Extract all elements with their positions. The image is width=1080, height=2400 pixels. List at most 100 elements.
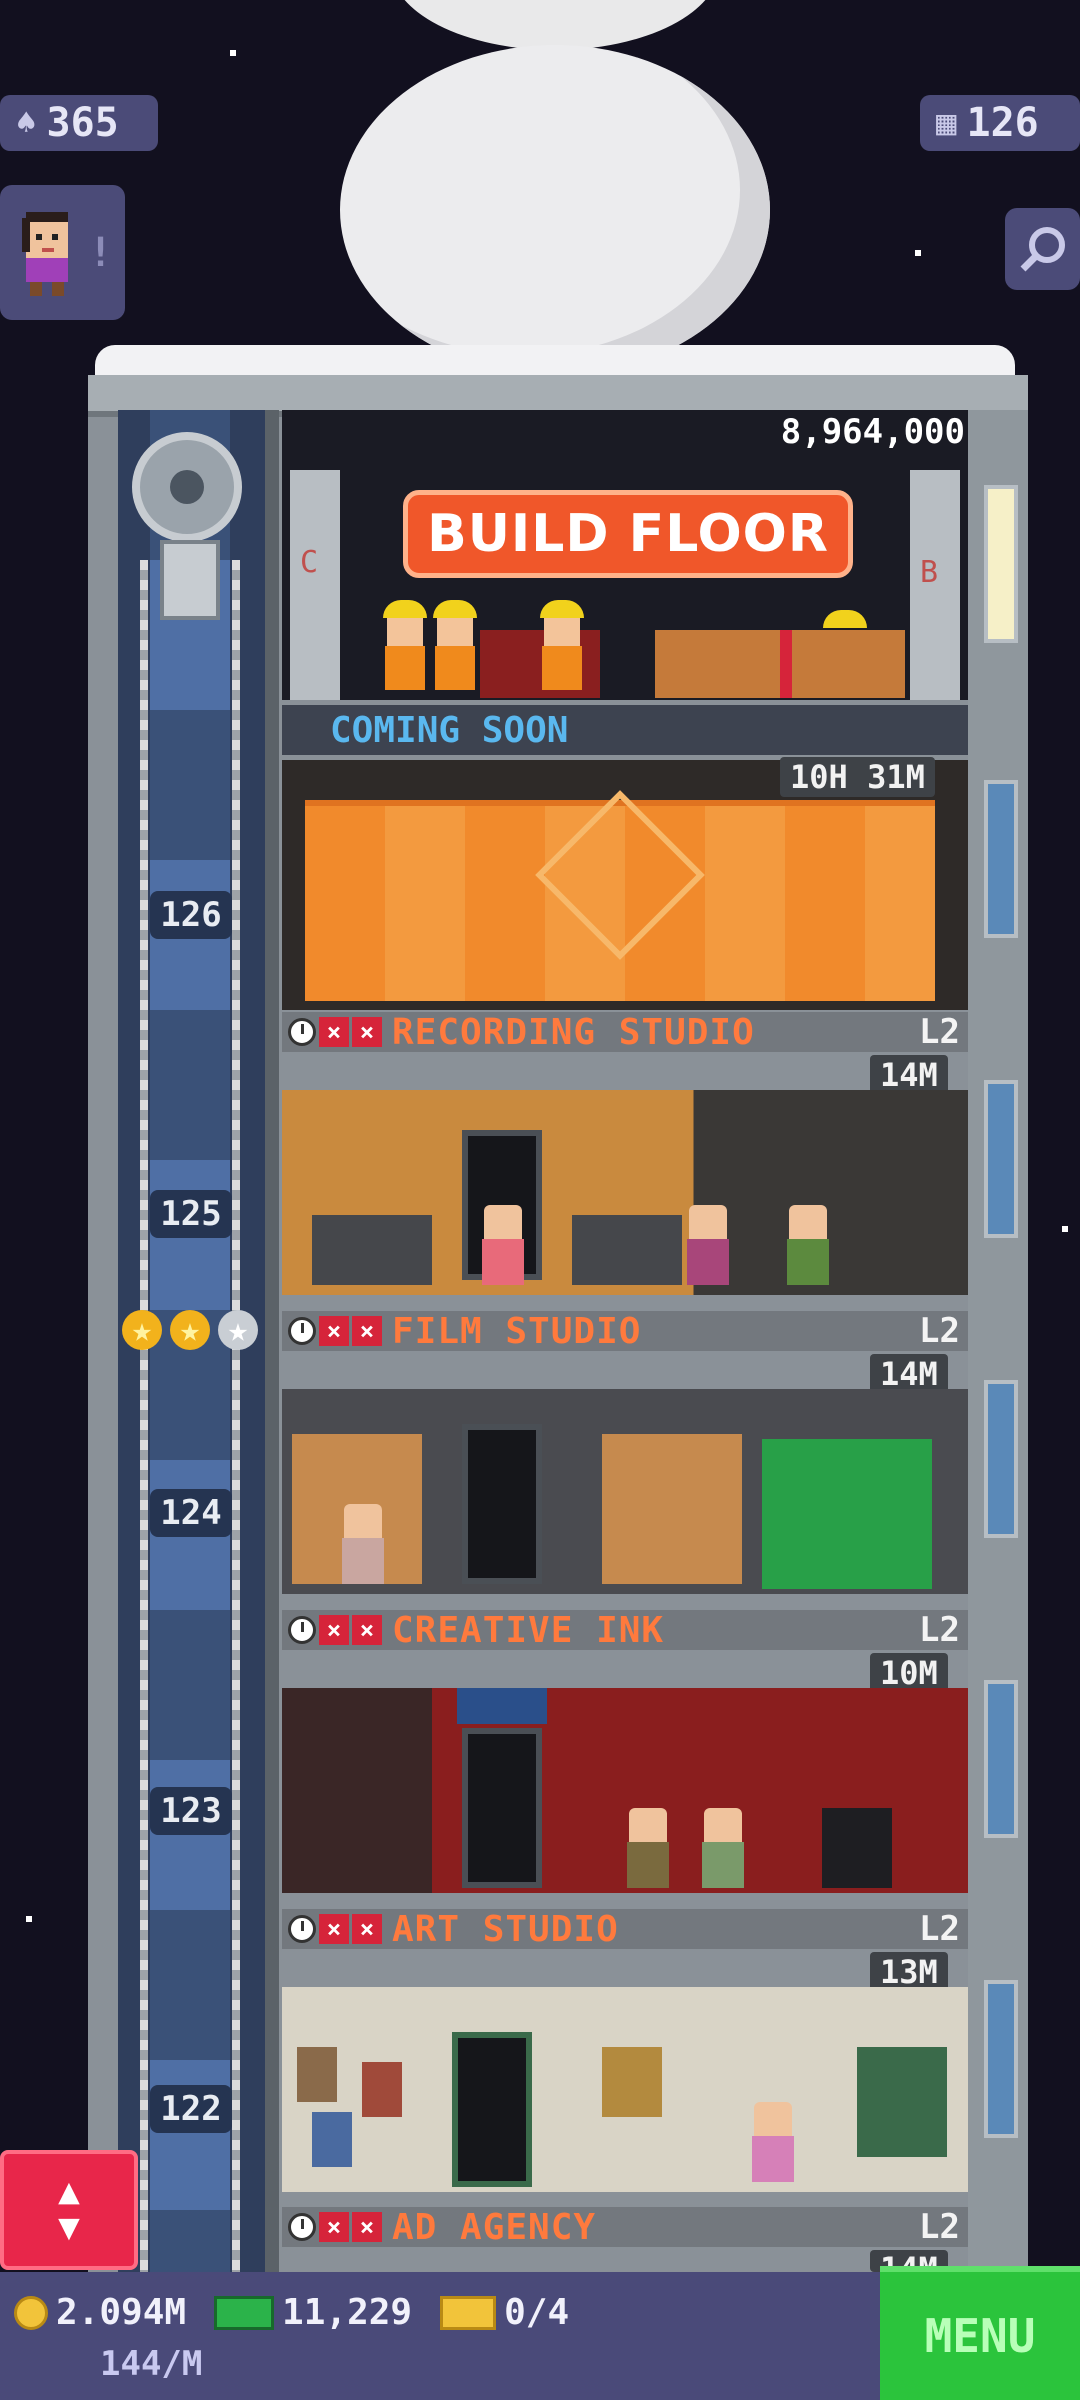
- build-left-mark: C: [300, 545, 319, 580]
- bitizen: [752, 2102, 794, 2182]
- construction-worker: [433, 600, 477, 690]
- room-film-studio[interactable]: [282, 1389, 968, 1594]
- bitizen: [342, 1504, 384, 1584]
- bitizen: [482, 1205, 524, 1285]
- room-art-studio[interactable]: [282, 1987, 968, 2192]
- construction-worker: [383, 600, 427, 690]
- stock-empty-icon: ×: [352, 1914, 382, 1944]
- arrow-up-icon: ▲: [58, 2171, 80, 2212]
- floor-name: AD AGENCY: [392, 2206, 597, 2248]
- floor-level: L2: [919, 1909, 960, 1949]
- stock-empty-icon: ×: [319, 1316, 349, 1346]
- elevator-rail: [265, 410, 279, 2280]
- clock-icon: [288, 1317, 316, 1345]
- floor-counter[interactable]: ▦ 126: [920, 95, 1080, 151]
- mixing-desk: [312, 1215, 432, 1285]
- room-creative-ink[interactable]: [282, 1688, 968, 1893]
- side-window: [984, 1680, 1018, 1838]
- bux-value: 11,229: [282, 2292, 413, 2333]
- side-window: [984, 780, 1018, 938]
- magnifier-icon: [1020, 227, 1065, 272]
- room-door: [462, 1424, 542, 1584]
- build-floor-button[interactable]: BUILD FLOOR: [403, 490, 853, 578]
- population-counter[interactable]: ♠ 365: [0, 95, 158, 151]
- build-price: 8,964,000: [780, 412, 965, 452]
- building-icon: ▦: [936, 103, 957, 143]
- mixing-desk: [572, 1215, 682, 1285]
- star-dot: [26, 1916, 32, 1922]
- floor-label-film-studio[interactable]: × × FILM STUDIO L2: [282, 1310, 968, 1352]
- golden-ticket-icon: [440, 2295, 497, 2330]
- bitizen: [787, 1205, 829, 1285]
- stock-empty-icon: ×: [319, 2212, 349, 2242]
- room-door: [452, 2032, 532, 2187]
- rating-star-filled-icon: ★: [122, 1310, 162, 1350]
- elevator-floor-number[interactable]: 126: [150, 891, 232, 939]
- tickets-value: 0/4: [504, 2292, 570, 2333]
- bux-icon: [214, 2295, 275, 2330]
- income-rate: 144/M: [100, 2344, 203, 2384]
- stock-empty-icon: ×: [319, 1017, 349, 1047]
- stock-empty-icon: ×: [319, 1914, 349, 1944]
- star-dot: [915, 250, 921, 256]
- elevator-floor-number[interactable]: 122: [150, 2085, 232, 2133]
- floor-level: L2: [919, 1311, 960, 1351]
- avatar: [22, 211, 69, 296]
- side-window: [984, 1080, 1018, 1238]
- snowman-body: [340, 45, 770, 375]
- floor-level: L2: [919, 1012, 960, 1052]
- clock-icon: [288, 2213, 316, 2241]
- stock-empty-icon: ×: [352, 1615, 382, 1645]
- room-recording-studio[interactable]: [282, 1090, 968, 1295]
- floor-name: FILM STUDIO: [392, 1310, 642, 1352]
- construction-crates: [480, 630, 600, 698]
- clock-icon: [288, 1616, 316, 1644]
- clock-icon: [288, 1915, 316, 1943]
- arrow-down-icon: ▼: [58, 2207, 80, 2248]
- elevator-floor-number[interactable]: 124: [150, 1489, 232, 1537]
- elevator-floor-number[interactable]: 125: [150, 1190, 232, 1238]
- menu-button[interactable]: MENU: [880, 2266, 1080, 2400]
- construction-worker: [823, 610, 867, 700]
- elevator-rope: [232, 560, 240, 2280]
- floor-name: ART STUDIO: [392, 1908, 619, 1950]
- stock-empty-icon: ×: [352, 2212, 382, 2242]
- floor-timer: 13M: [870, 1952, 948, 1992]
- zoom-button[interactable]: [1005, 208, 1080, 290]
- floor-timer: 10M: [870, 1653, 948, 1693]
- build-pillar: [290, 470, 340, 700]
- floor-label-ad-agency[interactable]: × × AD AGENCY L2: [282, 2206, 968, 2248]
- floor-label-art-studio[interactable]: × × ART STUDIO L2: [282, 1908, 968, 1950]
- star-dot: [1062, 1226, 1068, 1232]
- rating-star-empty-icon: ★: [218, 1310, 258, 1350]
- painting: [297, 2047, 337, 2102]
- elevator-pulley-icon: [132, 432, 242, 542]
- floor-label-creative-ink[interactable]: × × CREATIVE INK L2: [282, 1609, 968, 1651]
- person-icon: ♠: [16, 103, 37, 143]
- currency-row: 2.094M 11,229 0/4: [14, 2292, 569, 2333]
- build-right-mark: B: [920, 555, 939, 590]
- notification-mark: !: [88, 229, 113, 276]
- bitizen-avatar-button[interactable]: !: [0, 185, 125, 320]
- floor-label-recording-studio[interactable]: × × RECORDING STUDIO L2: [282, 1011, 968, 1053]
- elevator-car[interactable]: [160, 540, 220, 620]
- star-dot: [230, 50, 236, 56]
- elevator-toggle-button[interactable]: ▲ ▼: [0, 2150, 138, 2270]
- population-value: 365: [46, 100, 119, 146]
- green-screen: [762, 1439, 932, 1589]
- floor-level: L2: [919, 2207, 960, 2247]
- room-door: [462, 1728, 542, 1888]
- bitizen: [627, 1808, 669, 1888]
- construction-crates: [780, 630, 792, 698]
- elevator-floor-number[interactable]: 123: [150, 1787, 232, 1835]
- painting: [312, 2112, 352, 2167]
- elevator-rope: [140, 560, 148, 2280]
- floor-name: CREATIVE INK: [392, 1609, 665, 1651]
- coin-icon: [14, 2295, 48, 2330]
- side-window: [984, 1380, 1018, 1538]
- floor-name: RECORDING STUDIO: [392, 1011, 755, 1053]
- window: [857, 2047, 947, 2157]
- coming-soon-text: COMING SOON: [330, 709, 569, 751]
- painting: [362, 2062, 402, 2117]
- stock-empty-icon: ×: [319, 1615, 349, 1645]
